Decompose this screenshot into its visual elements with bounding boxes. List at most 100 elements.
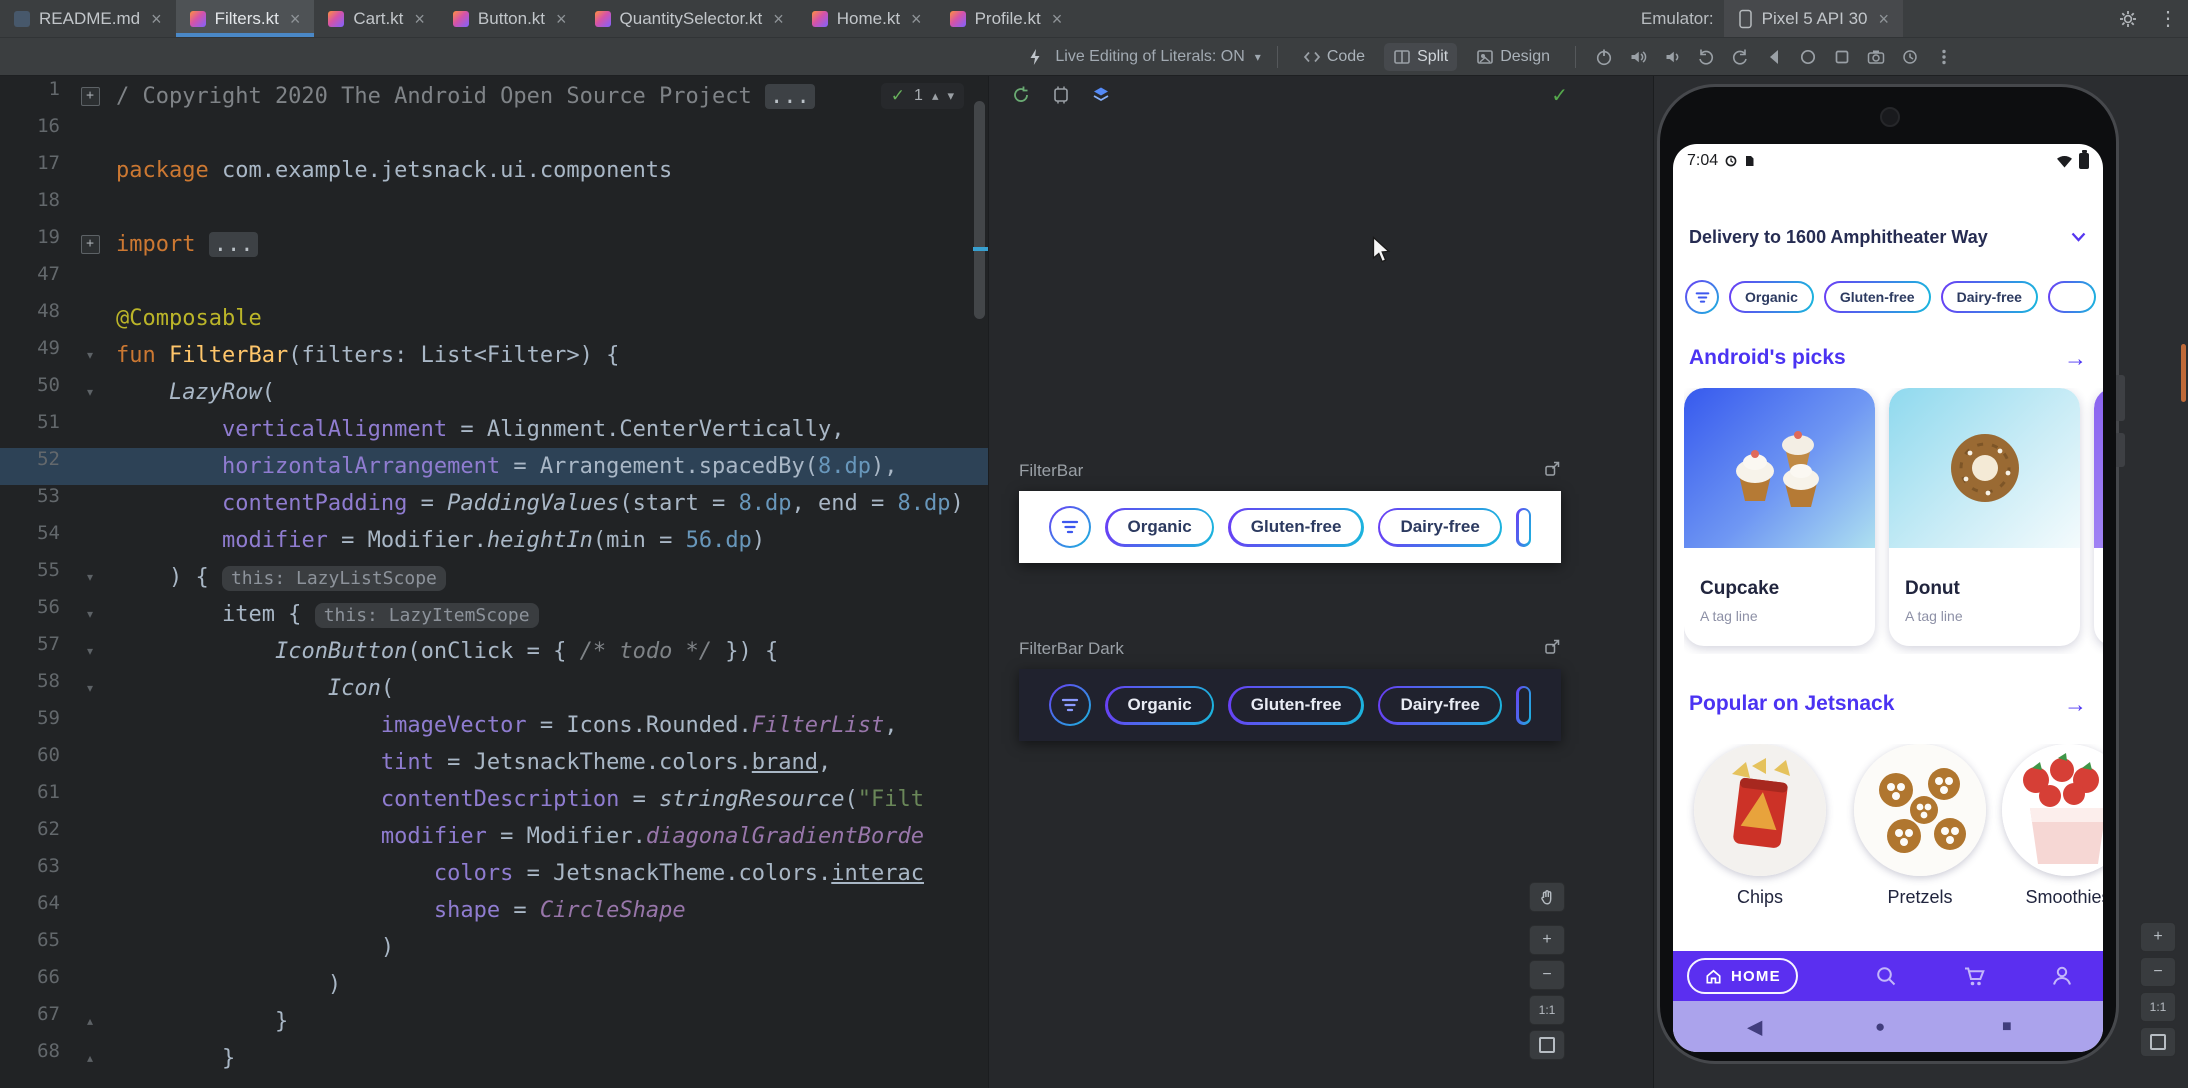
close-tab-icon[interactable]: ×: [151, 10, 162, 28]
tab-button-kt[interactable]: Button.kt ×: [439, 0, 581, 37]
pan-tool-button[interactable]: [1529, 882, 1565, 912]
chevron-down-icon[interactable]: ▾: [1255, 50, 1261, 64]
tab-filters-kt[interactable]: Filters.kt ×: [175, 0, 315, 37]
tab-profile-kt[interactable]: Profile.kt ×: [936, 0, 1077, 37]
code-line[interactable]: 51 verticalAlignment = Alignment.CenterV…: [0, 411, 988, 448]
line-number[interactable]: 51: [0, 411, 64, 448]
volume-up-icon[interactable]: [1626, 45, 1650, 69]
line-number[interactable]: 48: [0, 300, 64, 337]
zoom-fit-button[interactable]: [2140, 1027, 2176, 1057]
tab-cart-kt[interactable]: Cart.kt ×: [314, 0, 439, 37]
filter-chip-dairyfree[interactable]: Dairy-free: [1940, 281, 2038, 313]
nav-search-icon[interactable]: [1874, 964, 1898, 988]
code-line[interactable]: 48 @Composable: [0, 300, 988, 337]
snack-card-cupcake[interactable]: Cupcake A tag line: [1684, 388, 1875, 646]
gutter-fold-marker[interactable]: ▾: [64, 337, 116, 374]
line-number[interactable]: 68: [0, 1040, 64, 1077]
rotate-left-icon[interactable]: [1694, 45, 1718, 69]
code-line[interactable]: 49 ▾ fun FilterBar(filters: List<Filter>) …: [0, 337, 988, 374]
line-number[interactable]: 54: [0, 522, 64, 559]
code-line[interactable]: 19 + import ...: [0, 226, 988, 263]
close-tab-icon[interactable]: ×: [414, 10, 425, 28]
line-number[interactable]: 60: [0, 744, 64, 781]
line-number[interactable]: 65: [0, 929, 64, 966]
tab-emulator-pixel5[interactable]: Pixel 5 API 30 ×: [1723, 0, 1903, 37]
code-line[interactable]: 57 ▾ IconButton(onClick = { /* todo */ })…: [0, 633, 988, 670]
line-number[interactable]: 58: [0, 670, 64, 707]
line-number[interactable]: 50: [0, 374, 64, 411]
device-screen[interactable]: 7:04 Delivery to 1600 Amphitheater Way O…: [1673, 144, 2103, 1052]
expand-address-icon[interactable]: [2070, 231, 2087, 243]
line-number[interactable]: 56: [0, 596, 64, 633]
gutter-fold-marker[interactable]: +: [64, 78, 116, 115]
code-line[interactable]: 65 ): [0, 929, 988, 966]
nav-home[interactable]: HOME: [1687, 958, 1798, 994]
volume-rocker-button[interactable]: [2116, 375, 2125, 421]
close-tab-icon[interactable]: ×: [290, 10, 301, 28]
close-tab-icon[interactable]: ×: [1052, 10, 1063, 28]
code-line[interactable]: 64 shape = CircleShape: [0, 892, 988, 929]
code-line[interactable]: 55 ▾ ) { this: LazyListScope: [0, 559, 988, 596]
zoom-100-button[interactable]: 1:1: [1529, 995, 1565, 1025]
layers-icon[interactable]: [1091, 85, 1111, 105]
code-line[interactable]: 63 colors = JetsnackTheme.colors.interac: [0, 855, 988, 892]
line-number[interactable]: 16: [0, 115, 64, 152]
run-preview-icon[interactable]: [1544, 460, 1561, 482]
code-view-button[interactable]: Code: [1294, 43, 1374, 71]
gutter-fold-marker[interactable]: ▾: [64, 374, 116, 411]
nav-cart-icon[interactable]: [1962, 964, 1986, 988]
code-line[interactable]: 52 horizontalArrangement = Arrangement.s…: [0, 448, 988, 485]
power-side-button[interactable]: [2116, 433, 2125, 467]
window-menu-icon[interactable]: ⋮: [2158, 6, 2178, 31]
gutter-fold-marker[interactable]: +: [64, 226, 116, 263]
code-line[interactable]: 62 modifier = Modifier.diagonalGradientB…: [0, 818, 988, 855]
emulator-power-icon[interactable]: [1592, 45, 1616, 69]
code-line[interactable]: 50 ▾ LazyRow(: [0, 374, 988, 411]
gutter-fold-marker[interactable]: ▾: [64, 596, 116, 633]
zoom-100-button[interactable]: 1:1: [2140, 992, 2176, 1022]
design-view-button[interactable]: Design: [1467, 43, 1559, 71]
line-number[interactable]: 67: [0, 1003, 64, 1040]
snack-card-donut[interactable]: Donut A tag line: [1889, 388, 2080, 646]
more-options-icon[interactable]: [1932, 45, 1956, 69]
code-line[interactable]: 61 contentDescription = stringResource("…: [0, 781, 988, 818]
live-literals-toggle[interactable]: Live Editing of Literals: ON: [1055, 48, 1244, 66]
prev-issue-icon[interactable]: ▴: [932, 88, 939, 104]
line-number[interactable]: 17: [0, 152, 64, 189]
delivery-address-row[interactable]: Delivery to 1600 Amphitheater Way: [1673, 222, 2103, 252]
tab-quantityselector-kt[interactable]: QuantitySelector.kt ×: [581, 0, 798, 37]
code-line[interactable]: 66 ): [0, 966, 988, 1003]
gutter-fold-marker[interactable]: ▾: [64, 633, 116, 670]
code-line[interactable]: 60 tint = JetsnackTheme.colors.brand,: [0, 744, 988, 781]
snack-item-pretzels[interactable]: Pretzels: [1854, 744, 1986, 908]
code-line[interactable]: 47: [0, 263, 988, 300]
code-line[interactable]: 56 ▾ item { this: LazyItemScope: [0, 596, 988, 633]
code-line[interactable]: 16: [0, 115, 988, 152]
snack-item-chips[interactable]: Chips: [1694, 744, 1826, 908]
zoom-in-button[interactable]: +: [1529, 925, 1565, 955]
code-line[interactable]: 1 + / Copyright 2020 The Android Open Sour…: [0, 78, 988, 115]
line-number[interactable]: 55: [0, 559, 64, 596]
code-line[interactable]: 18: [0, 189, 988, 226]
ui-check-icon[interactable]: [1051, 85, 1071, 105]
next-issue-icon[interactable]: ▾: [947, 88, 954, 104]
gutter-fold-marker[interactable]: ▾: [64, 559, 116, 596]
see-more-arrow[interactable]: →: [2064, 345, 2087, 372]
settings-gear-icon[interactable]: [2118, 9, 2138, 29]
code-line[interactable]: 67 ▴ }: [0, 1003, 988, 1040]
line-number[interactable]: 52: [0, 448, 64, 485]
volume-down-icon[interactable]: [1660, 45, 1684, 69]
zoom-out-button[interactable]: −: [2140, 957, 2176, 987]
line-number[interactable]: 57: [0, 633, 64, 670]
tab-home-kt[interactable]: Home.kt ×: [798, 0, 936, 37]
line-number[interactable]: 66: [0, 966, 64, 1003]
see-more-arrow[interactable]: →: [2064, 691, 2087, 718]
filter-chip-organic[interactable]: Organic: [1729, 281, 1814, 313]
close-tab-icon[interactable]: ×: [773, 10, 784, 28]
nav-overview-icon[interactable]: [1830, 45, 1854, 69]
close-tab-icon[interactable]: ×: [1878, 10, 1889, 28]
line-number[interactable]: 19: [0, 226, 64, 263]
close-tab-icon[interactable]: ×: [556, 10, 567, 28]
code-line[interactable]: 53 contentPadding = PaddingValues(start …: [0, 485, 988, 522]
snapshot-icon[interactable]: [1898, 45, 1922, 69]
